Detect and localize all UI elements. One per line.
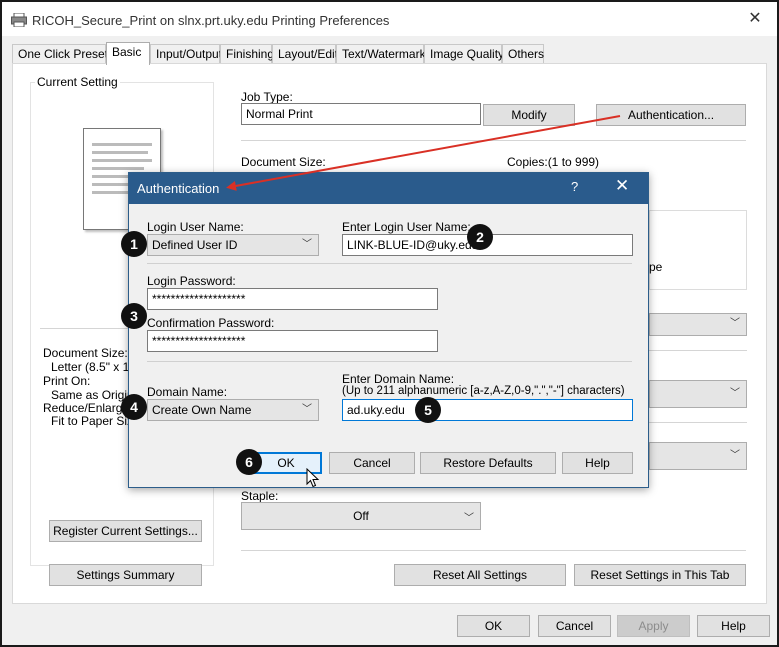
right-divider-1	[649, 350, 747, 351]
login-user-name-value: Defined User ID	[152, 238, 238, 252]
domain-name-select[interactable]: Create Own Name ﹀	[147, 399, 319, 421]
tab-finishing[interactable]: Finishing	[220, 44, 274, 64]
settings-summary-button[interactable]: Settings Summary	[49, 564, 202, 586]
callout-badge-2: 2	[467, 224, 493, 250]
reset-settings-tab-button[interactable]: Reset Settings in This Tab	[574, 564, 746, 586]
confirmation-password-label: Confirmation Password:	[147, 316, 275, 330]
current-setting-label: Current Setting	[35, 75, 120, 89]
document-size-label: Document Size:	[241, 155, 326, 169]
mouse-cursor-icon	[306, 468, 320, 488]
restore-defaults-button[interactable]: Restore Defaults	[420, 452, 556, 474]
title-bar: RICOH_Secure_Print on slnx.prt.uky.edu P…	[2, 2, 777, 36]
dialog-title: Authentication	[137, 181, 220, 196]
staple-divider	[241, 550, 746, 551]
tab-image-quality[interactable]: Image Quality	[424, 44, 504, 64]
summary-document-size-value: Letter (8.5" x 11	[51, 360, 136, 374]
right-combo-2[interactable]: ﹀	[649, 380, 747, 408]
dialog-title-bar: Authentication ? ✕	[129, 173, 648, 204]
callout-badge-1: 1	[121, 231, 147, 257]
enter-login-user-name-label: Enter Login User Name:	[342, 220, 471, 234]
staple-select[interactable]: Off ﹀	[241, 502, 481, 530]
window-close-icon[interactable]: ✕	[743, 8, 767, 30]
tab-one-click-presets[interactable]: One Click Presets	[12, 44, 114, 64]
footer-help-button[interactable]: Help	[697, 615, 770, 637]
authentication-dialog: Authentication ? ✕ Login User Name: Defi…	[128, 172, 649, 488]
dialog-help-button[interactable]: Help	[562, 452, 633, 474]
staple-label: Staple:	[241, 489, 279, 503]
right-combo-3[interactable]: ﹀	[649, 442, 747, 470]
dialog-divider-2	[147, 361, 632, 362]
authentication-button[interactable]: Authentication...	[596, 104, 746, 126]
reset-all-settings-button[interactable]: Reset All Settings	[394, 564, 566, 586]
callout-badge-6: 6	[236, 449, 262, 475]
summary-print-on-label: Print On:	[43, 374, 91, 388]
copies-label: Copies:(1 to 999)	[507, 155, 600, 169]
confirmation-password-input[interactable]: ********************	[147, 330, 438, 352]
job-type-divider	[241, 140, 746, 141]
tab-text-watermark[interactable]: Text/Watermark	[336, 44, 426, 64]
login-password-label: Login Password:	[147, 274, 236, 288]
modify-button[interactable]: Modify	[483, 104, 575, 126]
domain-name-value: Create Own Name	[152, 403, 252, 417]
domain-name-input[interactable]: ad.uky.edu	[342, 399, 633, 421]
tab-layout-edit[interactable]: Layout/Edit	[272, 44, 338, 64]
dialog-divider-1	[147, 263, 632, 264]
printer-icon	[11, 13, 27, 27]
enter-domain-name-label: Enter Domain Name:	[342, 372, 455, 386]
callout-badge-3: 3	[121, 303, 147, 329]
staple-value: Off	[353, 509, 369, 523]
footer-apply-button[interactable]: Apply	[617, 615, 690, 637]
callout-badge-4: 4	[121, 394, 147, 420]
enter-domain-name-hint: (Up to 211 alphanumeric [a-z,A-Z,0-9,"."…	[342, 385, 625, 397]
domain-name-label: Domain Name:	[147, 385, 228, 399]
summary-reduce-enlarge-label: Reduce/Enlarge:	[43, 401, 133, 415]
login-user-name-select[interactable]: Defined User ID ﹀	[147, 234, 319, 256]
dialog-cancel-button[interactable]: Cancel	[329, 452, 415, 474]
register-current-settings-button[interactable]: Register Current Settings...	[49, 520, 202, 542]
job-type-field[interactable]: Normal Print	[241, 103, 481, 125]
right-combo-1[interactable]: ﹀	[649, 313, 747, 336]
dialog-help-icon[interactable]: ?	[571, 179, 578, 194]
callout-badge-5: 5	[415, 397, 441, 423]
login-user-name-label: Login User Name:	[147, 220, 244, 234]
window-title: RICOH_Secure_Print on slnx.prt.uky.edu P…	[32, 13, 390, 28]
dialog-close-icon[interactable]: ✕	[615, 176, 629, 196]
right-divider-2	[649, 422, 747, 423]
footer-cancel-button[interactable]: Cancel	[538, 615, 611, 637]
login-password-input[interactable]: ********************	[147, 288, 438, 310]
footer-ok-button[interactable]: OK	[457, 615, 530, 637]
tab-basic[interactable]: Basic	[106, 42, 150, 65]
job-type-label: Job Type:	[241, 90, 293, 104]
tab-others[interactable]: Others	[502, 44, 544, 64]
summary-document-size-label: Document Size:	[43, 346, 128, 360]
tab-input-output[interactable]: Input/Output	[150, 44, 222, 64]
orientation-group	[649, 210, 747, 290]
orientation-partial-text: pe	[649, 260, 663, 274]
